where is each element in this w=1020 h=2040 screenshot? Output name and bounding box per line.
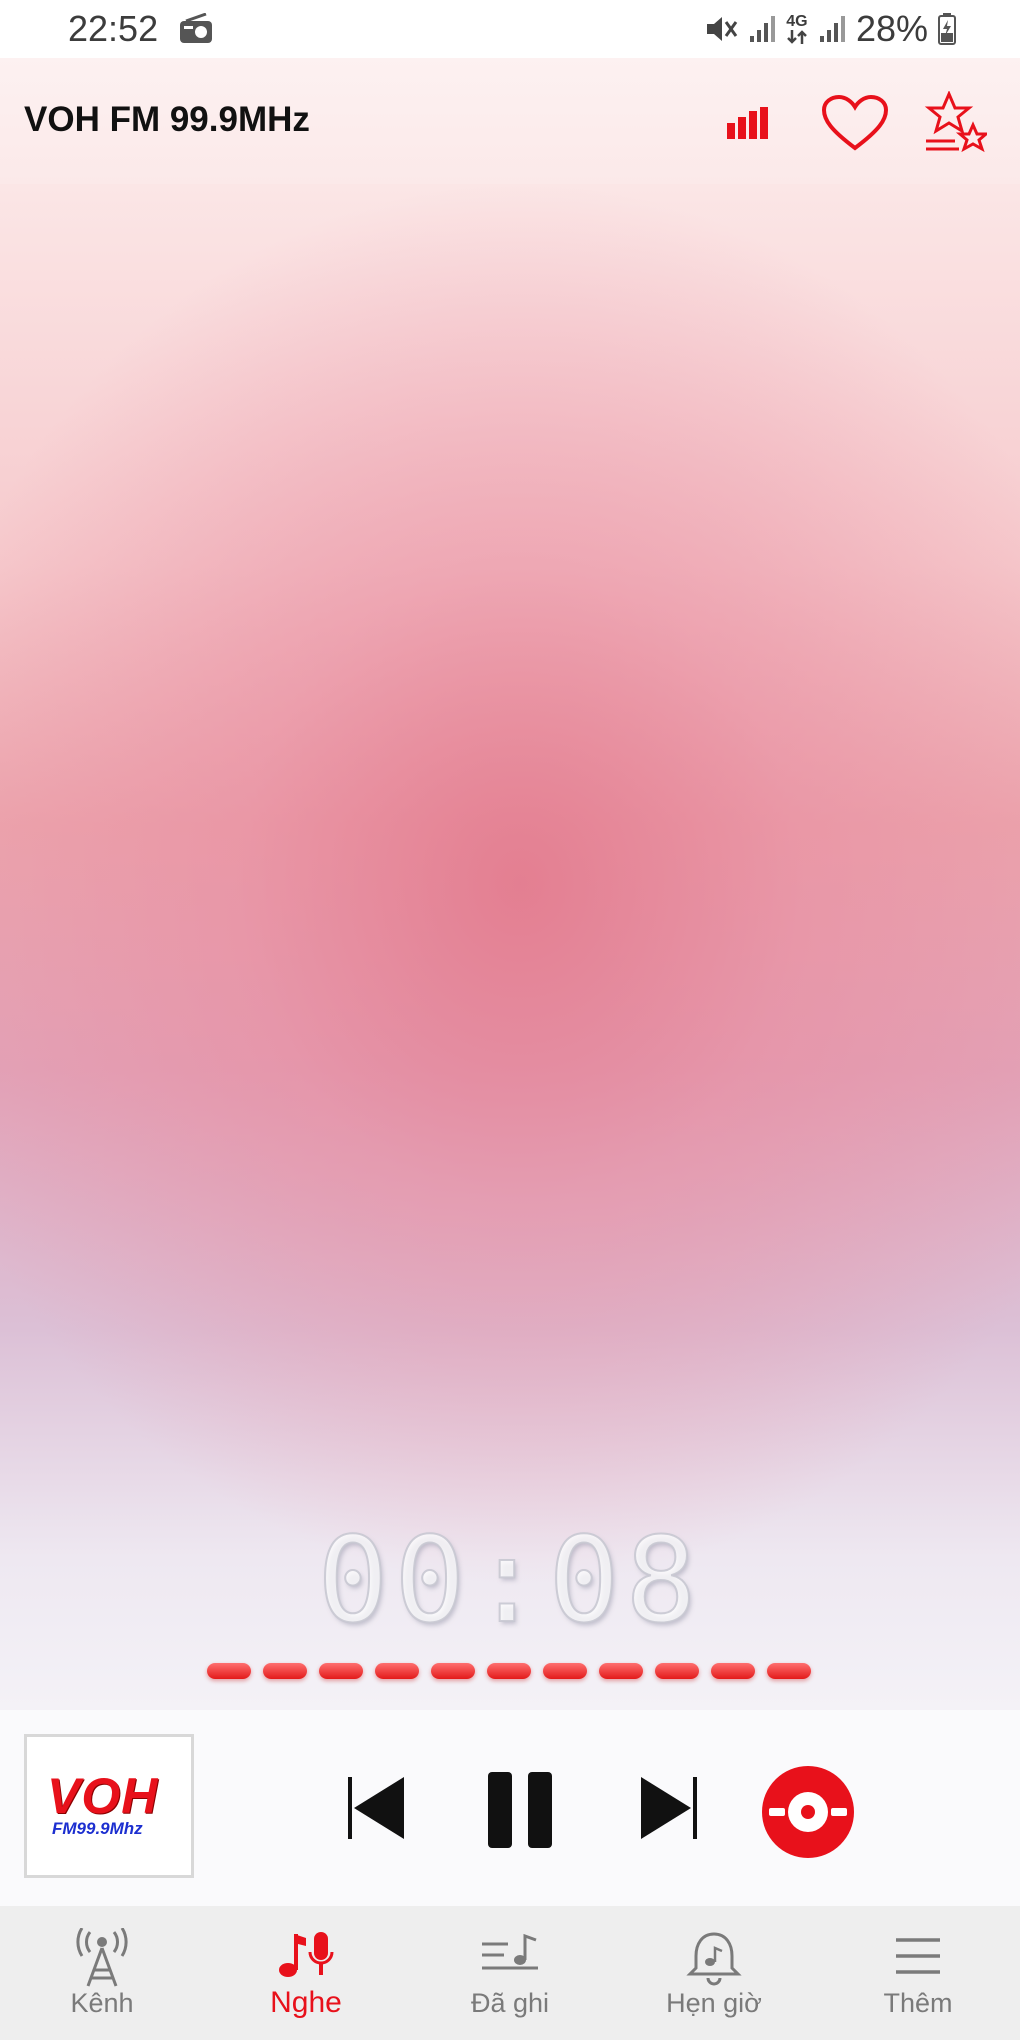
previous-button[interactable] [335,1770,415,1846]
player-controls: VOH FM99.9Mhz [0,1710,1020,1906]
heart-icon [821,94,889,151]
level-segment [263,1663,307,1679]
logo-sub-text: FM99.9Mhz [52,1819,143,1838]
station-title: VOH FM 99.9MHz [24,100,310,139]
level-segment [207,1663,251,1679]
nav-label-hen-gio: Hẹn giờ [666,1988,762,2018]
level-segment [655,1663,699,1679]
bottom-navigation: Kênh Nghe Đã ghi Hẹn giờ Thêm [0,1906,1020,2040]
now-playing-artwork [0,184,1020,1710]
favorites-list-button[interactable] [920,88,990,158]
alarm-icon [686,1932,742,1986]
level-segment [375,1663,419,1679]
status-bar: 22:52 4G 28% [0,0,1020,58]
menu-icon [896,1938,940,1974]
recorded-icon [482,1933,538,1970]
listen-icon [279,1932,334,1977]
favorites-list-icon [924,91,987,153]
level-segment [487,1663,531,1679]
level-segment [543,1663,587,1679]
logo-main-text: VOH [47,1768,159,1824]
record-button[interactable] [760,1764,856,1860]
top-app-bar: VOH FM 99.9MHz [0,58,1020,184]
nav-item-kenh[interactable]: Kênh [0,1906,204,2040]
nav-label-da-ghi: Đã ghi [470,1988,550,2018]
pause-icon [488,1772,552,1848]
level-meter [207,1663,811,1679]
level-segment [711,1663,755,1679]
station-logo[interactable]: VOH FM99.9Mhz [24,1734,194,1878]
mute-icon [704,14,738,44]
next-button[interactable] [630,1770,710,1846]
favorite-button[interactable] [820,88,890,158]
previous-icon [348,1777,404,1839]
battery-level: 28% [855,8,928,49]
nav-item-hen-gio[interactable]: Hẹn giờ [612,1906,816,2040]
nav-item-them[interactable]: Thêm [816,1906,1020,2040]
radio-tower-icon [76,1928,128,1987]
pause-button[interactable] [480,1770,560,1850]
signal-icon [748,14,776,44]
battery-charging-icon [938,13,956,45]
level-segment [767,1663,811,1679]
nav-label-them: Thêm [883,1988,953,2018]
record-icon [762,1766,854,1858]
nav-label-nghe: Nghe [270,1986,342,2019]
level-segment [431,1663,475,1679]
nav-item-da-ghi[interactable]: Đã ghi [408,1906,612,2040]
signal-icon-2 [818,14,846,44]
equalizer-button[interactable] [715,88,785,158]
level-segment [599,1663,643,1679]
playback-timer: 00:08 [316,1510,703,1650]
equalizer-icon [727,107,768,139]
level-segment [319,1663,363,1679]
nav-item-nghe[interactable]: Nghe [204,1906,408,2040]
network-type: 4G [786,14,808,44]
next-icon [641,1777,697,1839]
radio-icon [178,12,214,44]
nav-label-kenh: Kênh [70,1988,134,2018]
status-time: 22:52 [68,8,159,49]
